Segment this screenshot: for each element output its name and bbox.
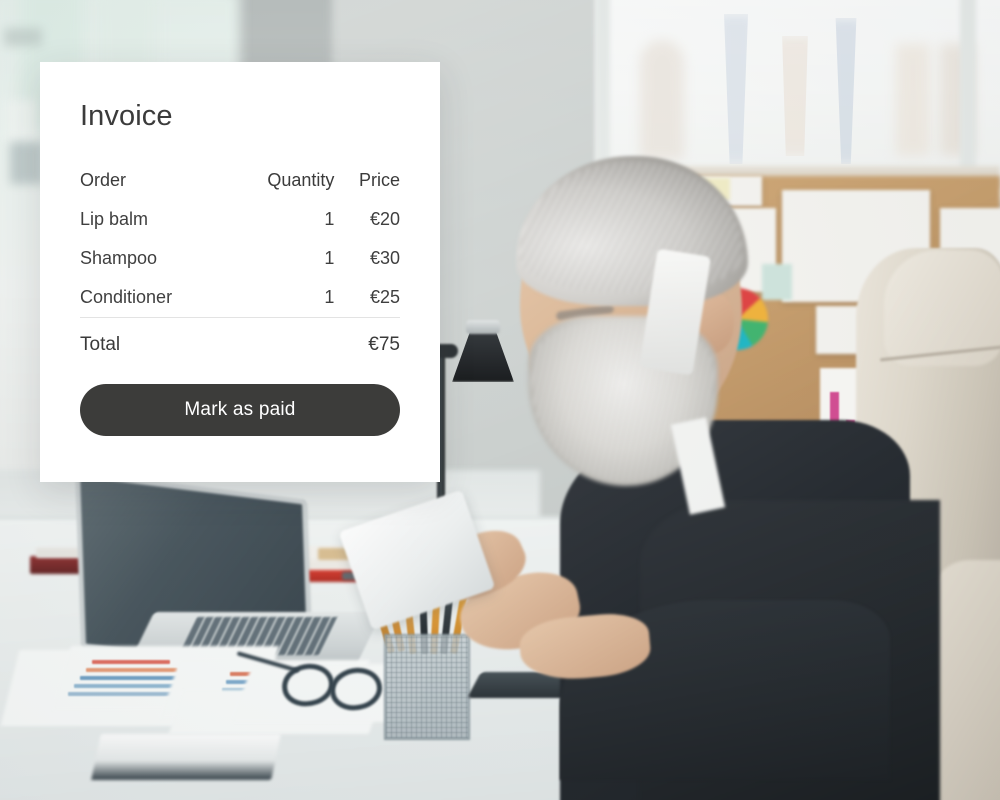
column-header-price: Price (358, 170, 400, 190)
cell-order: Shampoo (80, 248, 158, 268)
invoice-table-body: Lip balm 1 €20 Shampoo 1 €30 Conditioner… (80, 200, 400, 360)
cell-quantity: 1 (324, 209, 335, 229)
cell-price: €20 (369, 209, 400, 229)
desk-lamp-cap (466, 320, 500, 334)
invoice-card: Invoice Order Quantity Price Lip balm 1 … (40, 62, 440, 482)
cell-order: Conditioner (80, 287, 173, 307)
paper-bar (80, 676, 184, 680)
cell-order: Lip balm (80, 209, 149, 229)
sticky-note (762, 264, 792, 300)
paper-bar (92, 660, 170, 664)
office-chair-side (930, 560, 1000, 800)
column-header-quantity: Quantity (267, 170, 335, 190)
total-label: Total (80, 317, 228, 360)
building-facade-shape (896, 44, 930, 156)
screenshot-root: Invoice Order Quantity Price Lip balm 1 … (0, 0, 1000, 800)
pencil-cup-mesh (386, 636, 468, 738)
cell-quantity: 1 (324, 248, 335, 268)
book (91, 734, 281, 780)
total-quantity-spacer (227, 317, 335, 360)
table-total-row: Total €75 (80, 317, 400, 360)
table-row: Shampoo 1 €30 (80, 239, 400, 278)
invoice-table-header: Order Quantity Price (80, 161, 400, 200)
invoice-table: Order Quantity Price Lip balm 1 €20 Sham… (80, 161, 400, 360)
paper-bar (86, 668, 178, 672)
column-header-order: Order (80, 170, 127, 190)
building-facade-shape (640, 40, 684, 160)
table-header-row: Order Quantity Price (80, 161, 400, 200)
cell-quantity: 1 (324, 287, 335, 307)
window-left-detail (4, 28, 42, 46)
cell-price: €25 (369, 287, 400, 307)
window-left-detail (10, 142, 44, 184)
window-left-detail (6, 100, 36, 142)
mark-as-paid-button[interactable]: Mark as paid (80, 384, 400, 436)
page-title: Invoice (80, 100, 173, 132)
cell-price: €30 (369, 248, 400, 268)
table-row: Lip balm 1 €20 (80, 200, 400, 239)
table-row: Conditioner 1 €25 (80, 278, 400, 318)
total-value: €75 (334, 317, 400, 360)
